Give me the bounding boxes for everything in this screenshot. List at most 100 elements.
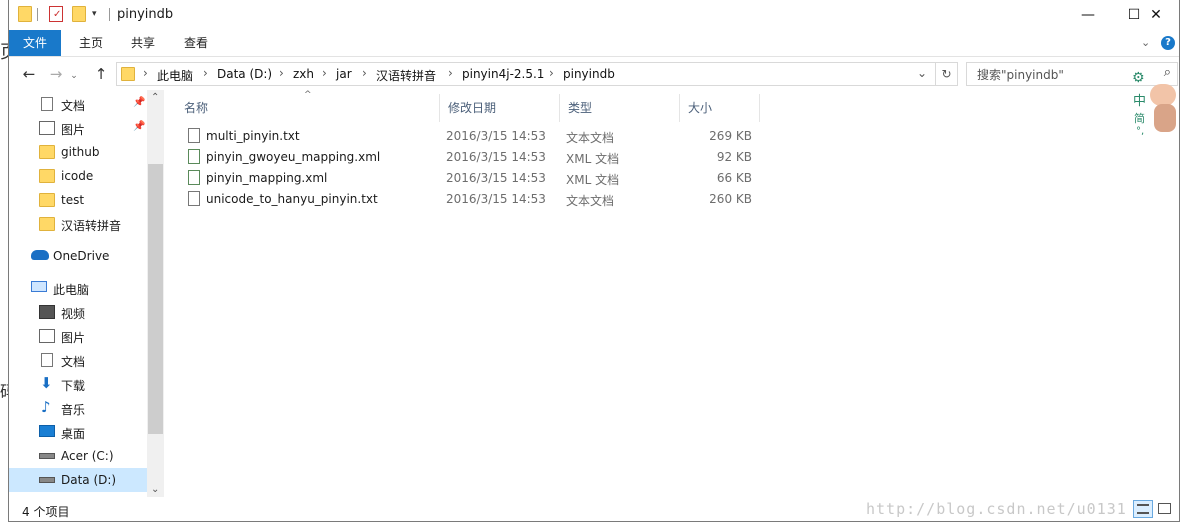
sidebar-item-music[interactable]: ♪ 音乐 (9, 396, 147, 420)
address-dropdown-icon[interactable]: ⌄ (917, 66, 927, 80)
breadcrumb-pinyin4j[interactable]: pinyin4j-2.5.1 (462, 67, 544, 81)
sidebar-item-pictures-pc[interactable]: 图片 (9, 324, 147, 348)
folder-icon (39, 217, 55, 231)
sidebar-item-label: icode (61, 169, 94, 183)
cloud-icon (31, 250, 49, 260)
sidebar-item-label: 汉语转拼音 (61, 219, 122, 233)
sidebar-item-drive-d[interactable]: Data (D:) (9, 468, 147, 492)
new-folder-icon[interactable] (72, 6, 86, 22)
item-count: 4 个项目 (22, 505, 70, 519)
sidebar-item-onedrive[interactable]: OneDrive (9, 244, 147, 268)
sidebar-item-documents[interactable]: 文档 📌 (9, 92, 147, 116)
music-icon: ♪ (41, 398, 51, 416)
folder-icon (18, 6, 32, 22)
table-row[interactable]: pinyin_mapping.xml 2016/3/15 14:53 XML 文… (176, 168, 766, 189)
chevron-right-icon[interactable]: › (143, 66, 148, 80)
address-bar[interactable]: › 此电脑 › Data (D:) › zxh › jar › 汉语转拼音 › … (116, 62, 936, 86)
chevron-right-icon[interactable]: › (448, 66, 453, 80)
xml-file-icon (188, 170, 200, 185)
minimize-button[interactable]: — (1065, 0, 1111, 30)
ime-charset-label[interactable]: 简 (1134, 110, 1145, 126)
sidebar-scroll-thumb[interactable] (148, 164, 163, 434)
background-window-sliver: 码 (0, 378, 8, 402)
chevron-right-icon[interactable]: › (203, 66, 208, 80)
pin-icon[interactable]: 📌 (133, 97, 145, 108)
sidebar-item-documents-pc[interactable]: 文档 (9, 348, 147, 372)
gear-icon[interactable]: ⚙ (1132, 70, 1145, 86)
sidebar-item-label: github (61, 145, 100, 159)
sidebar-item-pictures[interactable]: 图片 📌 (9, 116, 147, 140)
large-icons-view-button[interactable] (1155, 500, 1175, 518)
close-button[interactable]: ✕ (1133, 0, 1179, 30)
ime-toolbar[interactable]: ⚙ 中 简 °, (1132, 68, 1180, 140)
breadcrumb-this-pc[interactable]: 此电脑 (157, 67, 193, 84)
sidebar-item-test[interactable]: test (9, 188, 147, 212)
table-row[interactable]: pinyin_gwoyeu_mapping.xml 2016/3/15 14:5… (176, 147, 766, 168)
sidebar-item-label: test (61, 193, 85, 207)
xml-file-icon (188, 149, 200, 164)
divider (37, 8, 38, 21)
scroll-up-icon[interactable]: ⌃ (151, 92, 159, 103)
file-date: 2016/3/15 14:53 (446, 171, 546, 185)
help-icon[interactable]: ? (1161, 36, 1175, 50)
file-type: 文本文档 (566, 194, 615, 208)
refresh-button[interactable]: ↻ (936, 62, 958, 86)
file-type: XML 文档 (566, 173, 620, 187)
column-header-type[interactable]: 类型 (560, 94, 680, 122)
file-type: XML 文档 (566, 152, 620, 166)
sidebar-item-hanyu[interactable]: 汉语转拼音 (9, 212, 147, 236)
folder-icon (39, 193, 55, 207)
table-row[interactable]: unicode_to_hanyu_pinyin.txt 2016/3/15 14… (176, 189, 766, 210)
column-header-size[interactable]: 大小 (680, 94, 760, 122)
chevron-right-icon[interactable]: › (279, 66, 284, 80)
chevron-right-icon[interactable]: › (549, 66, 554, 80)
text-file-icon (188, 128, 200, 143)
pin-icon[interactable]: 📌 (133, 121, 145, 132)
scroll-down-icon[interactable]: ⌄ (151, 484, 159, 495)
sidebar-item-icode[interactable]: icode (9, 164, 147, 188)
sidebar-item-label: 音乐 (61, 403, 86, 417)
sidebar-item-videos[interactable]: 视频 (9, 300, 147, 324)
mascot-icon (1150, 84, 1176, 106)
table-row[interactable]: multi_pinyin.txt 2016/3/15 14:53 文本文档 26… (176, 126, 766, 147)
sidebar-item-this-pc[interactable]: 此电脑 (9, 276, 147, 300)
tab-view[interactable]: 查看 (172, 30, 220, 56)
file-name: pinyin_gwoyeu_mapping.xml (206, 150, 381, 164)
chevron-right-icon[interactable]: › (362, 66, 367, 80)
breadcrumb-hanyu[interactable]: 汉语转拼音 (376, 67, 436, 84)
tab-share[interactable]: 共享 (119, 30, 167, 56)
pictures-icon (39, 329, 55, 343)
file-type: 文本文档 (566, 131, 615, 145)
navigation-pane: 文档 📌 图片 📌 github icode test 汉语转拼音 OneDri… (9, 90, 164, 497)
sidebar-item-label: OneDrive (53, 249, 110, 263)
recent-locations-icon[interactable]: ⌄ (67, 66, 81, 86)
search-input[interactable] (975, 66, 1149, 84)
details-view-button[interactable] (1133, 500, 1153, 518)
sidebar-item-desktop[interactable]: 桌面 (9, 420, 147, 444)
chevron-right-icon[interactable]: › (322, 66, 327, 80)
tab-home[interactable]: 主页 (67, 30, 115, 56)
ime-punctuation-icon[interactable]: °, (1136, 126, 1144, 137)
file-name: pinyin_mapping.xml (206, 171, 328, 185)
column-header-name[interactable]: 名称 (176, 94, 440, 122)
sidebar-item-github[interactable]: github (9, 140, 147, 164)
expand-ribbon-icon[interactable]: ⌄ (1141, 36, 1150, 49)
documents-icon (41, 353, 53, 367)
properties-icon[interactable]: ✓ (49, 6, 63, 22)
tab-file[interactable]: 文件 (9, 30, 61, 56)
quick-access-dropdown-icon[interactable]: ▾ (92, 9, 97, 19)
window-title: pinyindb (117, 7, 174, 22)
column-header-date[interactable]: 修改日期 (440, 94, 560, 122)
up-button[interactable]: ↑ (89, 64, 113, 84)
title-bar: ✓ ▾ pinyindb — ☐ ✕ (9, 0, 1179, 30)
file-size: 92 KB (716, 150, 752, 164)
ime-mode-label[interactable]: 中 (1133, 90, 1146, 109)
back-button[interactable]: ← (17, 64, 41, 84)
breadcrumb-zxh[interactable]: zxh (293, 67, 314, 81)
sidebar-item-drive-c[interactable]: Acer (C:) (9, 444, 147, 468)
breadcrumb-jar[interactable]: jar (336, 67, 352, 81)
breadcrumb-pinyindb[interactable]: pinyindb (563, 67, 615, 81)
forward-button[interactable]: → (44, 64, 68, 84)
sidebar-item-downloads[interactable]: ⬇ 下载 (9, 372, 147, 396)
breadcrumb-data-d[interactable]: Data (D:) (217, 67, 272, 81)
